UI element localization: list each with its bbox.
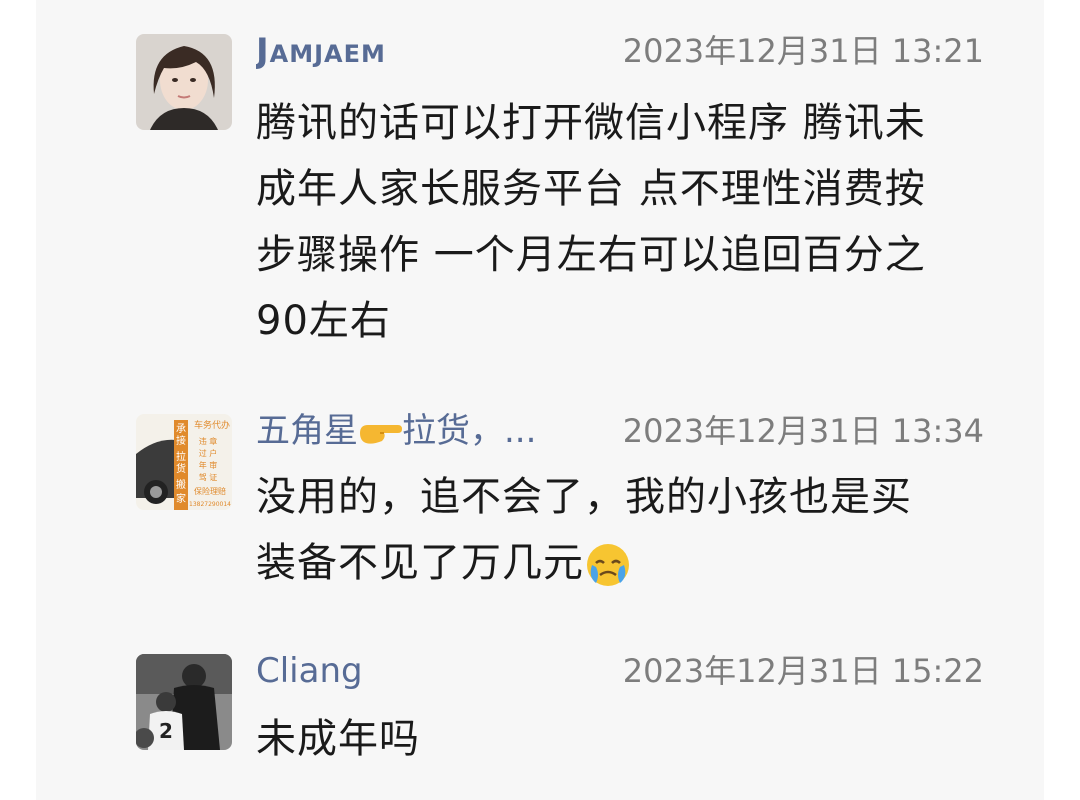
avatar[interactable]: 2 bbox=[136, 654, 232, 750]
comment-item: Jamjaem 2023年12月31日 13:21 腾讯的话可以打开微信小程序 … bbox=[36, 26, 1044, 366]
comment-item: 承 接 拉 货 搬 家 车务代办 违 章 过 户 年 审 驾 证 保险理赔 13… bbox=[36, 406, 1044, 616]
comment-line: 装备不见了万几元 bbox=[256, 530, 996, 596]
comment-panel: Jamjaem 2023年12月31日 13:21 腾讯的话可以打开微信小程序 … bbox=[36, 0, 1044, 800]
timestamp: 2023年12月31日 13:21 bbox=[622, 32, 984, 70]
author-name[interactable]: 五角星 拉货，... bbox=[256, 406, 536, 456]
avatar-service-text: 年 审 bbox=[199, 460, 218, 470]
comment-line: 腾讯的话可以打开微信小程序 腾讯未 bbox=[256, 100, 926, 146]
avatar-service-text: 保险理赔 bbox=[194, 486, 226, 496]
author-name[interactable]: Cliang bbox=[256, 646, 363, 696]
avatar-image: 承 接 拉 货 搬 家 车务代办 违 章 过 户 年 审 驾 证 保险理赔 13… bbox=[136, 414, 232, 510]
avatar-vertical-text: 接 bbox=[176, 434, 186, 447]
avatar-service-text: 车务代办 bbox=[194, 419, 230, 431]
author-name[interactable]: Jamjaem bbox=[256, 26, 386, 76]
comment-line: 90左右 bbox=[256, 298, 391, 344]
avatar[interactable] bbox=[136, 34, 232, 130]
avatar-vertical-text: 承 bbox=[176, 423, 186, 435]
comment-line: 未成年吗 bbox=[256, 716, 420, 762]
timestamp: 2023年12月31日 15:22 bbox=[622, 652, 984, 690]
avatar-service-text: 违 章 bbox=[199, 436, 218, 446]
avatar-phone-text: 13827290014 bbox=[189, 501, 231, 508]
comment-line: 成年人家长服务平台 点不理性消费按 bbox=[256, 166, 926, 212]
pointing-hand-icon bbox=[360, 424, 402, 444]
comment-line-text: 装备不见了万几元 bbox=[256, 540, 584, 586]
comment-line: 没用的，追不会了，我的小孩也是买 bbox=[256, 474, 912, 520]
jersey-number: 2 bbox=[159, 719, 173, 743]
timestamp: 2023年12月31日 13:34 bbox=[622, 412, 984, 450]
author-name-prefix: 五角星 bbox=[256, 411, 358, 451]
avatar-image bbox=[136, 34, 232, 130]
author-name-suffix: 拉货，... bbox=[402, 411, 537, 451]
avatar[interactable]: 承 接 拉 货 搬 家 车务代办 违 章 过 户 年 审 驾 证 保险理赔 13… bbox=[136, 414, 232, 510]
avatar-vertical-text: 拉 bbox=[176, 450, 186, 463]
avatar-image: 2 bbox=[136, 654, 232, 750]
avatar-vertical-text: 搬 bbox=[176, 478, 186, 491]
comment-text: 没用的，追不会了，我的小孩也是买 装备不见了万几元 bbox=[256, 464, 996, 596]
comment-text: 未成年吗 bbox=[256, 706, 996, 772]
avatar-vertical-text: 货 bbox=[176, 462, 186, 475]
crying-emoji-icon bbox=[587, 544, 629, 586]
avatar-service-text: 过 户 bbox=[199, 448, 218, 458]
avatar-vertical-text: 家 bbox=[176, 492, 186, 505]
comment-item: 2 Cliang 2023年12月31日 15:22 未成年吗 bbox=[36, 646, 1044, 786]
avatar-service-text: 驾 证 bbox=[199, 472, 218, 482]
page: Jamjaem 2023年12月31日 13:21 腾讯的话可以打开微信小程序 … bbox=[0, 0, 1080, 800]
comment-line: 步骤操作 一个月左右可以追回百分之 bbox=[256, 232, 926, 278]
comment-text: 腾讯的话可以打开微信小程序 腾讯未 成年人家长服务平台 点不理性消费按 步骤操作… bbox=[256, 90, 996, 354]
